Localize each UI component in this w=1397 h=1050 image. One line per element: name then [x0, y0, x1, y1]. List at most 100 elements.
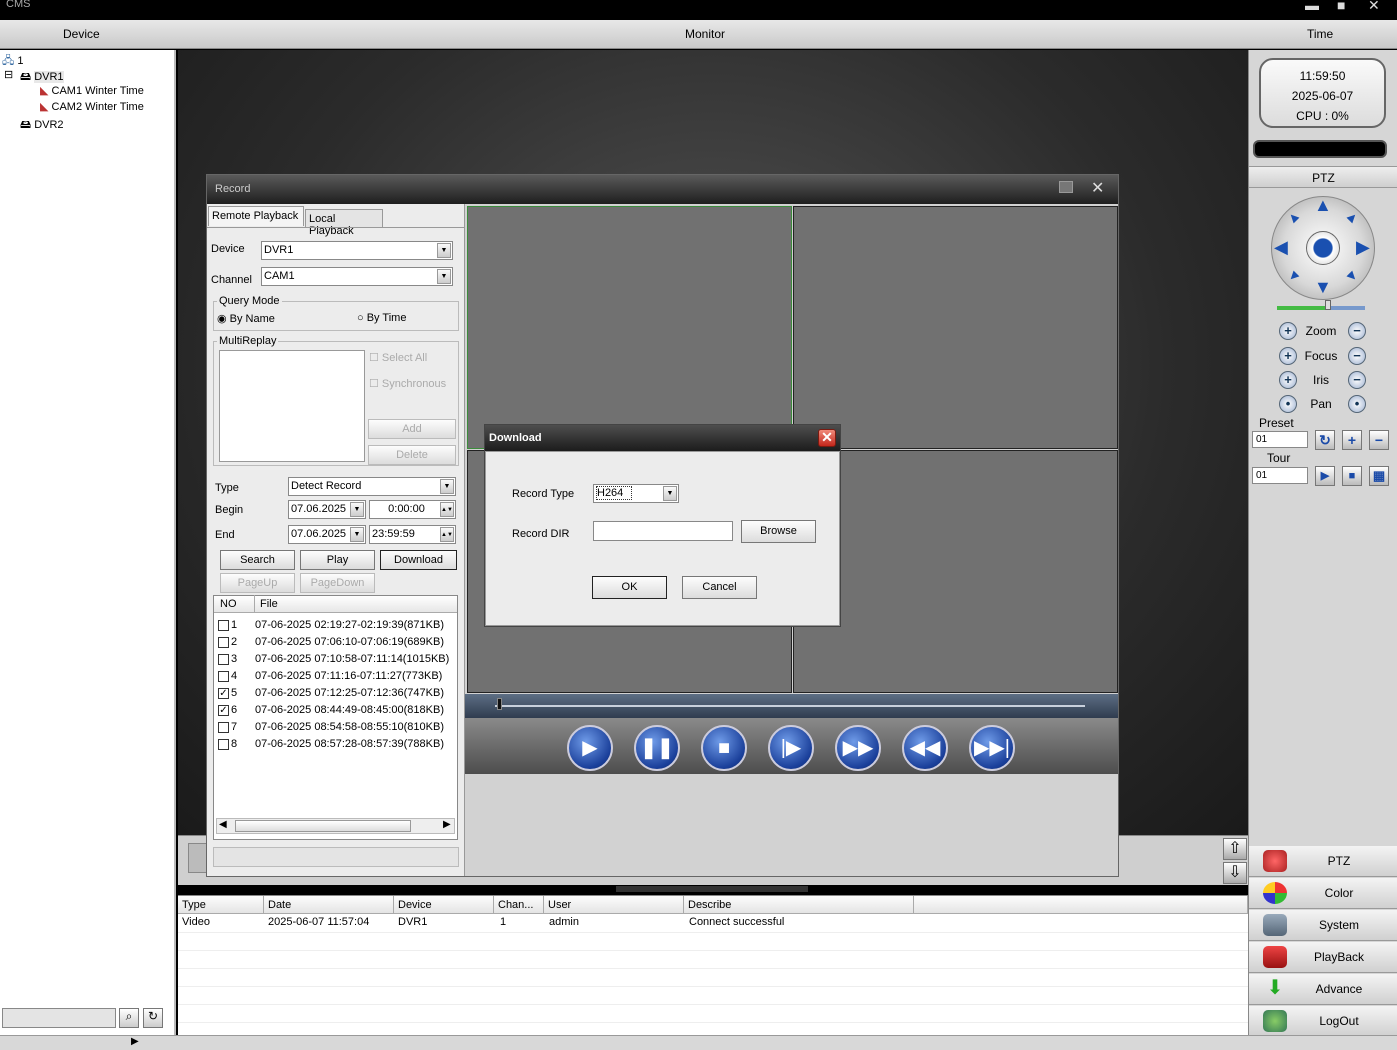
ptz-speed-slider[interactable] — [1277, 306, 1365, 310]
browse-button[interactable]: Browse — [741, 520, 816, 543]
pause-icon[interactable]: ❚❚ — [634, 725, 680, 771]
end-time-spinner[interactable]: 23:59:59 ▲▼ — [369, 525, 456, 544]
file-row[interactable]: 2 07-06-2025 07:06:10-07:06:19(689KB) — [218, 636, 444, 648]
file-checkbox[interactable]: ✓ — [218, 687, 229, 699]
play-button[interactable]: Play — [300, 550, 375, 570]
log-col-device[interactable]: Device — [394, 896, 494, 914]
zoom-out-icon[interactable]: − — [1348, 322, 1366, 340]
pagedown-button[interactable]: PageDown — [300, 573, 375, 593]
video-cell-1[interactable] — [467, 206, 792, 449]
begin-time-spinner[interactable]: 0:00:00 ▲▼ — [369, 500, 456, 519]
minimize-icon[interactable]: ▬ — [1305, 0, 1319, 13]
chevron-down-icon[interactable]: ▼ — [440, 479, 454, 494]
file-checkbox[interactable]: ✓ — [218, 704, 229, 716]
chevron-down-icon[interactable]: ▼ — [437, 243, 451, 258]
spinner-icon[interactable]: ▲▼ — [440, 527, 454, 542]
log-col-date[interactable]: Date — [264, 896, 394, 914]
preset-select[interactable]: 01 — [1252, 431, 1308, 448]
type-select[interactable]: Detect Record ▼ — [288, 477, 456, 496]
add-button[interactable]: Add — [368, 419, 456, 439]
scroll-left-icon[interactable]: ◀ — [219, 819, 227, 830]
record-type-select[interactable]: H264 ▼ — [593, 484, 679, 503]
tour-play-icon[interactable]: ▶ — [1315, 466, 1335, 486]
step-forward-icon[interactable]: |▶ — [768, 725, 814, 771]
pageup-button[interactable]: PageUp — [220, 573, 295, 593]
log-col-describe[interactable]: Describe — [684, 896, 914, 914]
arrow-up-left-icon[interactable]: ▲ — [1282, 206, 1303, 227]
log-col-channel[interactable]: Chan... — [494, 896, 544, 914]
log-col-user[interactable]: User — [544, 896, 684, 914]
tour-grid-icon[interactable]: ▦ — [1369, 466, 1389, 486]
seek-bar[interactable] — [465, 694, 1118, 718]
focus-in-icon[interactable]: + — [1279, 347, 1297, 365]
scroll-right-icon[interactable]: ▶ — [443, 819, 451, 830]
arrow-right-icon[interactable]: ▶ — [1356, 237, 1370, 258]
iris-open-icon[interactable]: + — [1279, 371, 1297, 389]
menu-color[interactable]: Color — [1249, 878, 1397, 909]
file-checkbox[interactable] — [218, 653, 229, 665]
focus-out-icon[interactable]: − — [1348, 347, 1366, 365]
arrow-down-icon[interactable]: ▼ — [1314, 277, 1332, 298]
menu-system[interactable]: System — [1249, 910, 1397, 941]
zoom-in-icon[interactable]: + — [1279, 322, 1297, 340]
chevron-down-icon[interactable]: ▼ — [663, 486, 677, 501]
select-all-checkbox[interactable]: ☐ Select All — [369, 351, 427, 364]
maximize-icon[interactable]: ■ — [1337, 0, 1345, 13]
channel-select[interactable]: CAM1 ▼ — [261, 267, 453, 286]
menu-ptz[interactable]: PTZ — [1249, 846, 1397, 877]
close-icon[interactable]: ✕ — [1368, 0, 1380, 14]
arrow-down-right-icon[interactable]: ▲ — [1342, 266, 1363, 287]
file-checkbox[interactable] — [218, 670, 229, 682]
close-icon[interactable]: ✕ — [818, 429, 836, 447]
radio-by-name[interactable]: ◉ By Name — [217, 312, 275, 325]
menu-logout[interactable]: LogOut — [1249, 1006, 1397, 1037]
record-dir-input[interactable] — [593, 521, 733, 541]
col-no[interactable]: NO — [220, 598, 237, 610]
record-close-icon[interactable]: ✕ — [1091, 178, 1104, 198]
tour-select[interactable]: 01 — [1252, 467, 1308, 484]
device-select[interactable]: DVR1 ▼ — [261, 241, 453, 260]
preset-remove-icon[interactable]: − — [1369, 430, 1389, 450]
delete-button[interactable]: Delete — [368, 445, 456, 465]
record-maximize-icon[interactable] — [1059, 181, 1073, 193]
expand-icon[interactable]: ⊟ — [4, 68, 13, 81]
file-checkbox[interactable] — [218, 738, 229, 750]
scroll-down-icon[interactable]: ⇩ — [1223, 862, 1247, 884]
preset-add-icon[interactable]: + — [1342, 430, 1362, 450]
pan-stop-icon[interactable]: • — [1348, 395, 1366, 413]
synchronous-checkbox[interactable]: ☐ Synchronous — [369, 377, 446, 390]
file-row[interactable]: 3 07-06-2025 07:10:58-07:11:14(1015KB) — [218, 653, 449, 665]
seek-handle[interactable] — [497, 698, 502, 710]
menu-advance[interactable]: ⬇ Advance — [1249, 974, 1397, 1005]
file-row[interactable]: 7 07-06-2025 08:54:58-08:55:10(810KB) — [218, 721, 444, 733]
pan-start-icon[interactable]: • — [1279, 395, 1297, 413]
ptz-joystick[interactable]: ▲ ▼ ◀ ▶ ▲ ▲ ▲ ▲ — [1271, 195, 1375, 300]
file-list-hscrollbar[interactable]: ◀ ▶ — [216, 818, 455, 834]
search-button[interactable]: Search — [220, 550, 295, 570]
file-row[interactable]: ✓ 6 07-06-2025 08:44:49-08:45:00(818KB) — [218, 704, 444, 716]
splitter-handle[interactable] — [616, 886, 808, 892]
scroll-up-icon[interactable]: ⇧ — [1223, 838, 1247, 860]
tree-item-cam2[interactable]: ◣ CAM2 Winter Time — [40, 100, 144, 113]
iris-close-icon[interactable]: − — [1348, 371, 1366, 389]
search-icon[interactable]: ⌕ — [119, 1008, 139, 1028]
arrow-up-right-icon[interactable]: ▲ — [1342, 206, 1363, 227]
file-checkbox[interactable] — [218, 619, 229, 631]
file-row[interactable]: 4 07-06-2025 07:11:16-07:11:27(773KB) — [218, 670, 442, 682]
ptz-speed-handle[interactable] — [1325, 300, 1331, 310]
ok-button[interactable]: OK — [592, 576, 667, 599]
file-row[interactable]: ✓ 5 07-06-2025 07:12:25-07:12:36(747KB) — [218, 687, 444, 699]
play-icon[interactable]: ▶ — [567, 725, 613, 771]
end-date-picker[interactable]: 07.06.2025 ▼ — [288, 525, 366, 544]
chevron-down-icon[interactable]: ▼ — [350, 527, 364, 542]
begin-date-picker[interactable]: 07.06.2025 ▼ — [288, 500, 366, 519]
refresh-icon[interactable]: ↻ — [143, 1008, 163, 1028]
cancel-button[interactable]: Cancel — [682, 576, 757, 599]
preset-goto-icon[interactable]: ↻ — [1315, 430, 1335, 450]
radio-by-time[interactable]: ○ By Time — [357, 312, 406, 324]
stop-icon[interactable]: ■ — [701, 725, 747, 771]
ptz-center-button[interactable] — [1306, 231, 1340, 265]
file-row[interactable]: 1 07-06-2025 02:19:27-02:19:39(871KB) — [218, 619, 444, 631]
scroll-thumb[interactable] — [235, 820, 411, 832]
tab-local-playback[interactable]: Local Playback — [305, 209, 383, 237]
